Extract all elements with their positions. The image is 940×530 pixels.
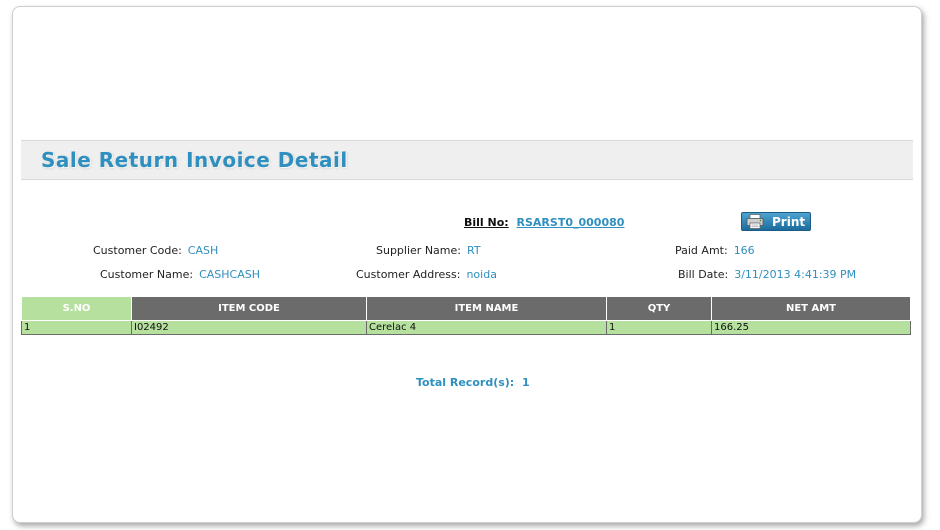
table-row: 1 I02492 Cerelac 4 1 166.25 [21,320,911,335]
cell-item-code: I02492 [131,320,367,335]
customer-code-label: Customer Code: [93,244,182,257]
bill-number-label: Bill No: [464,216,509,229]
paid-amt-label: Paid Amt: [675,244,728,257]
cell-net-amt: 166.25 [711,320,911,335]
col-header-item-name: ITEM NAME [366,296,607,321]
cell-qty: 1 [606,320,712,335]
col-header-net-amt: NET AMT [711,296,911,321]
printer-icon [746,214,764,229]
bill-date-field: Bill Date: 3/11/2013 4:41:39 PM [678,268,856,281]
items-table: S.NO ITEM CODE ITEM NAME QTY NET AMT 1 I… [21,296,911,335]
bill-date-label: Bill Date: [678,268,729,281]
customer-code-value: CASH [187,244,219,257]
customer-name-value: CASHCASH [199,268,261,281]
table-header-row: S.NO ITEM CODE ITEM NAME QTY NET AMT [21,296,911,321]
bill-number-link[interactable]: RSARST0_000080 [517,216,625,229]
print-button-label: Print [772,215,806,229]
total-records-label: Total Record(s): [416,376,515,389]
customer-name-field: Customer Name: CASHCASH [100,268,260,281]
supplier-name-field: Supplier Name: RT [376,244,481,257]
customer-address-field: Customer Address: noida [356,268,497,281]
invoice-panel: Sale Return Invoice Detail Bill No: RSAR… [12,6,922,523]
total-records-value: 1 [522,376,530,389]
paid-amt-value: 166 [733,244,755,257]
supplier-name-value: RT [466,244,481,257]
col-header-sno: S.NO [21,296,132,321]
title-bar: Sale Return Invoice Detail [21,140,913,180]
paid-amt-field: Paid Amt: 166 [675,244,755,257]
supplier-name-label: Supplier Name: [376,244,461,257]
col-header-item-code: ITEM CODE [131,296,367,321]
total-records: Total Record(s): 1 [416,376,530,389]
cell-sno: 1 [21,320,132,335]
print-button[interactable]: Print [741,212,811,231]
customer-name-label: Customer Name: [100,268,194,281]
bill-date-value: 3/11/2013 4:41:39 PM [734,268,857,281]
cell-item-name: Cerelac 4 [366,320,607,335]
customer-address-label: Customer Address: [356,268,461,281]
bill-number: Bill No: RSARST0_000080 [464,216,624,229]
page-title: Sale Return Invoice Detail [41,148,348,172]
col-header-qty: QTY [606,296,712,321]
customer-code-field: Customer Code: CASH [93,244,218,257]
customer-address-value: noida [466,268,497,281]
